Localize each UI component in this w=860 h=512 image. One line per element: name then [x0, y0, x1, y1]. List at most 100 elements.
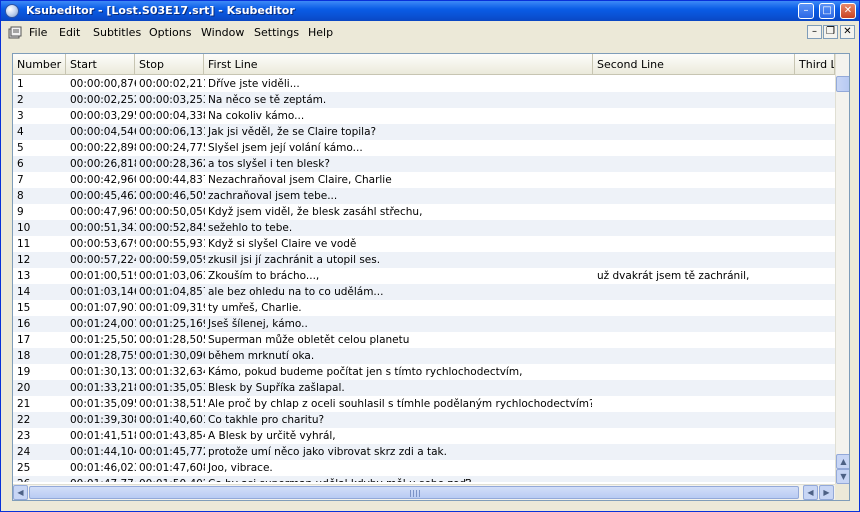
table-row[interactable]: 13 00:01:00,519 00:01:03,063 Zkouším to brá…	[13, 268, 835, 284]
table-row[interactable]: 8 00:00:45,462 00:00:46,505 zachraňoval jse…	[13, 188, 835, 204]
document-icon[interactable]	[8, 26, 22, 39]
cell-stop: 00:00:59,059	[139, 254, 205, 266]
cell-number: 3	[17, 110, 24, 122]
cell-number: 13	[17, 270, 31, 282]
table-row[interactable]: 2 00:00:02,252 00:00:03,253 Na něco se tě z…	[13, 92, 835, 108]
table-row[interactable]: 1 00:00:00,876 00:00:02,211 Dříve jste vidě…	[13, 76, 835, 92]
cell-stop: 00:00:06,131	[139, 126, 205, 138]
table-row[interactable]: 22 00:01:39,308 00:01:40,601 Co takhle pro …	[13, 412, 835, 428]
column-header-number[interactable]: Number	[13, 54, 66, 75]
cell-second-line	[595, 348, 795, 364]
column-header-start[interactable]: Start	[66, 54, 135, 75]
column-header-stop[interactable]: Stop	[135, 54, 204, 75]
cell-second-line	[595, 76, 795, 92]
cell-stop: 00:01:09,319	[139, 302, 205, 314]
scroll-down-arrow-icon[interactable]: ▼	[836, 469, 849, 484]
table-row[interactable]: 5 00:00:22,898 00:00:24,775 Slyšel jsem jej…	[13, 140, 835, 156]
cell-stop: 00:01:45,772	[139, 446, 205, 458]
menu-window[interactable]: Window	[201, 26, 244, 39]
menu-options[interactable]: Options	[149, 26, 191, 39]
column-header-second-line[interactable]: Second Line	[593, 54, 795, 75]
vertical-scroll-thumb[interactable]	[836, 76, 849, 92]
cell-start: 00:01:30,132	[70, 366, 136, 378]
mdi-minimize-button[interactable]: –	[807, 25, 822, 39]
table-row[interactable]: 9 00:00:47,965 00:00:50,050 Když jsem viděl…	[13, 204, 835, 220]
table-row[interactable]: 24 00:01:44,104 00:01:45,772 protože umí ně…	[13, 444, 835, 460]
cell-start: 00:00:47,965	[70, 206, 136, 218]
cell-second-line	[595, 316, 795, 332]
menu-subtitles[interactable]: Subtitles	[93, 26, 141, 39]
table-row[interactable]: 23 00:01:41,518 00:01:43,854 A Blesk by urč…	[13, 428, 835, 444]
cell-start: 00:01:03,146	[70, 286, 136, 298]
scroll-up-arrow-icon[interactable]: ▲	[836, 454, 849, 469]
cell-first-line: během mrknutí oka.	[208, 350, 315, 362]
cell-number: 14	[17, 286, 31, 298]
horizontal-scrollbar[interactable]: ◀ ◀ ▶	[13, 484, 835, 500]
cell-first-line: zkusil jsi jí zachránit a utopil ses.	[208, 254, 381, 266]
table-row[interactable]: 14 00:01:03,146 00:01:04,857 ale bez ohledu…	[13, 284, 835, 300]
table-row[interactable]: 7 00:00:42,960 00:00:44,837 Nezachraňoval j…	[13, 172, 835, 188]
cell-start: 00:01:44,104	[70, 446, 136, 458]
vertical-scrollbar[interactable]: ▲ ▼	[835, 54, 849, 484]
scroll-left-arrow-icon-2[interactable]: ◀	[803, 485, 818, 500]
scroll-right-arrow-icon[interactable]: ▶	[819, 485, 834, 500]
horizontal-scroll-thumb[interactable]	[29, 486, 799, 499]
table-row[interactable]: 18 00:01:28,755 00:01:30,090 během mrknutí …	[13, 348, 835, 364]
table-row[interactable]: 10 00:00:51,343 00:00:52,845 sežehlo to teb…	[13, 220, 835, 236]
cell-stop: 00:01:38,515	[139, 398, 205, 410]
cell-stop: 00:01:40,601	[139, 414, 205, 426]
table-row[interactable]: 4 00:00:04,546 00:00:06,131 Jak jsi věděl, …	[13, 124, 835, 140]
table-row[interactable]: 21 00:01:35,095 00:01:38,515 Ale proč by ch…	[13, 396, 835, 412]
table-row[interactable]: 19 00:01:30,132 00:01:32,634 Kámo, pokud bu…	[13, 364, 835, 380]
cell-stop: 00:01:43,854	[139, 430, 205, 442]
app-icon[interactable]	[5, 4, 19, 18]
menu-file[interactable]: File	[29, 26, 47, 39]
cell-first-line: Na cokoliv kámo...	[208, 110, 305, 122]
minimize-button[interactable]: –	[798, 3, 814, 19]
cell-first-line: Jseš šílenej, kámo..	[208, 318, 308, 330]
table-row[interactable]: 17 00:01:25,502 00:01:28,505 Superman může …	[13, 332, 835, 348]
cell-first-line: Co by asi superman udělal kdyby měl u se…	[206, 476, 592, 482]
table-row[interactable]: 12 00:00:57,224 00:00:59,059 zkusil jsi jí …	[13, 252, 835, 268]
cell-stop: 00:01:32,634	[139, 366, 205, 378]
cell-second-line	[595, 396, 795, 412]
table-row[interactable]: 2600:01:47,77400:01:50,402Co by asi supe…	[13, 476, 835, 482]
cell-first-line: A Blesk by určitě vyhrál,	[208, 430, 336, 442]
table-row[interactable]: 6 00:00:26,818 00:00:28,362 a tos slyšel i …	[13, 156, 835, 172]
cell-start: 00:01:41,518	[70, 430, 136, 442]
column-header-third-line[interactable]: Third Li	[795, 54, 835, 75]
table-row[interactable]: 15 00:01:07,901 00:01:09,319 ty umřeš, Char…	[13, 300, 835, 316]
cell-number: 19	[17, 366, 31, 378]
cell-stop: 00:00:50,050	[139, 206, 205, 218]
menu-settings[interactable]: Settings	[254, 26, 299, 39]
cell-number: 9	[17, 206, 24, 218]
cell-number: 10	[17, 222, 31, 234]
table-row[interactable]: 25 00:01:46,023 00:01:47,608 Joo, vibrace.	[13, 460, 835, 476]
title-bar[interactable]: Ksubeditor - [Lost.S03E17.srt] - Ksubedi…	[1, 1, 859, 21]
cell-first-line: Blesk by Supříka zašlapal.	[208, 382, 345, 394]
close-button[interactable]: ✕	[840, 3, 856, 19]
table-row[interactable]: 16 00:01:24,001 00:01:25,169 Jseš šílenej, …	[13, 316, 835, 332]
scroll-left-arrow-icon[interactable]: ◀	[13, 485, 28, 500]
table-row[interactable]: 11 00:00:53,679 00:00:55,931 Když si slyšel…	[13, 236, 835, 252]
cell-stop: 00:00:46,505	[139, 190, 205, 202]
cell-first-line: Co takhle pro charitu?	[208, 414, 325, 426]
menu-edit[interactable]: Edit	[59, 26, 80, 39]
maximize-button[interactable]: □	[819, 3, 835, 19]
cell-number: 6	[17, 158, 24, 170]
cell-first-line: Nezachraňoval jsem Claire, Charlie	[208, 174, 392, 186]
cell-number: 26	[15, 476, 65, 482]
menu-help[interactable]: Help	[308, 26, 333, 39]
table-row[interactable]: 3 00:00:03,295 00:00:04,338 Na cokoliv kámo…	[13, 108, 835, 124]
window-title: Ksubeditor - [Lost.S03E17.srt] - Ksubedi…	[26, 4, 295, 17]
cell-number: 2	[17, 94, 24, 106]
table-row[interactable]: 20 00:01:33,218 00:01:35,053 Blesk by Supří…	[13, 380, 835, 396]
cell-stop: 00:00:02,211	[139, 78, 205, 90]
column-header-first-line[interactable]: First Line	[204, 54, 593, 75]
mdi-restore-button[interactable]: ❐	[823, 25, 838, 39]
cell-number: 11	[17, 238, 31, 250]
cell-second-line	[595, 220, 795, 236]
cell-first-line: protože umí něco jako vibrovat skrz zdi …	[208, 446, 447, 458]
cell-stop: 00:01:04,857	[139, 286, 205, 298]
mdi-close-button[interactable]: ✕	[840, 25, 855, 39]
